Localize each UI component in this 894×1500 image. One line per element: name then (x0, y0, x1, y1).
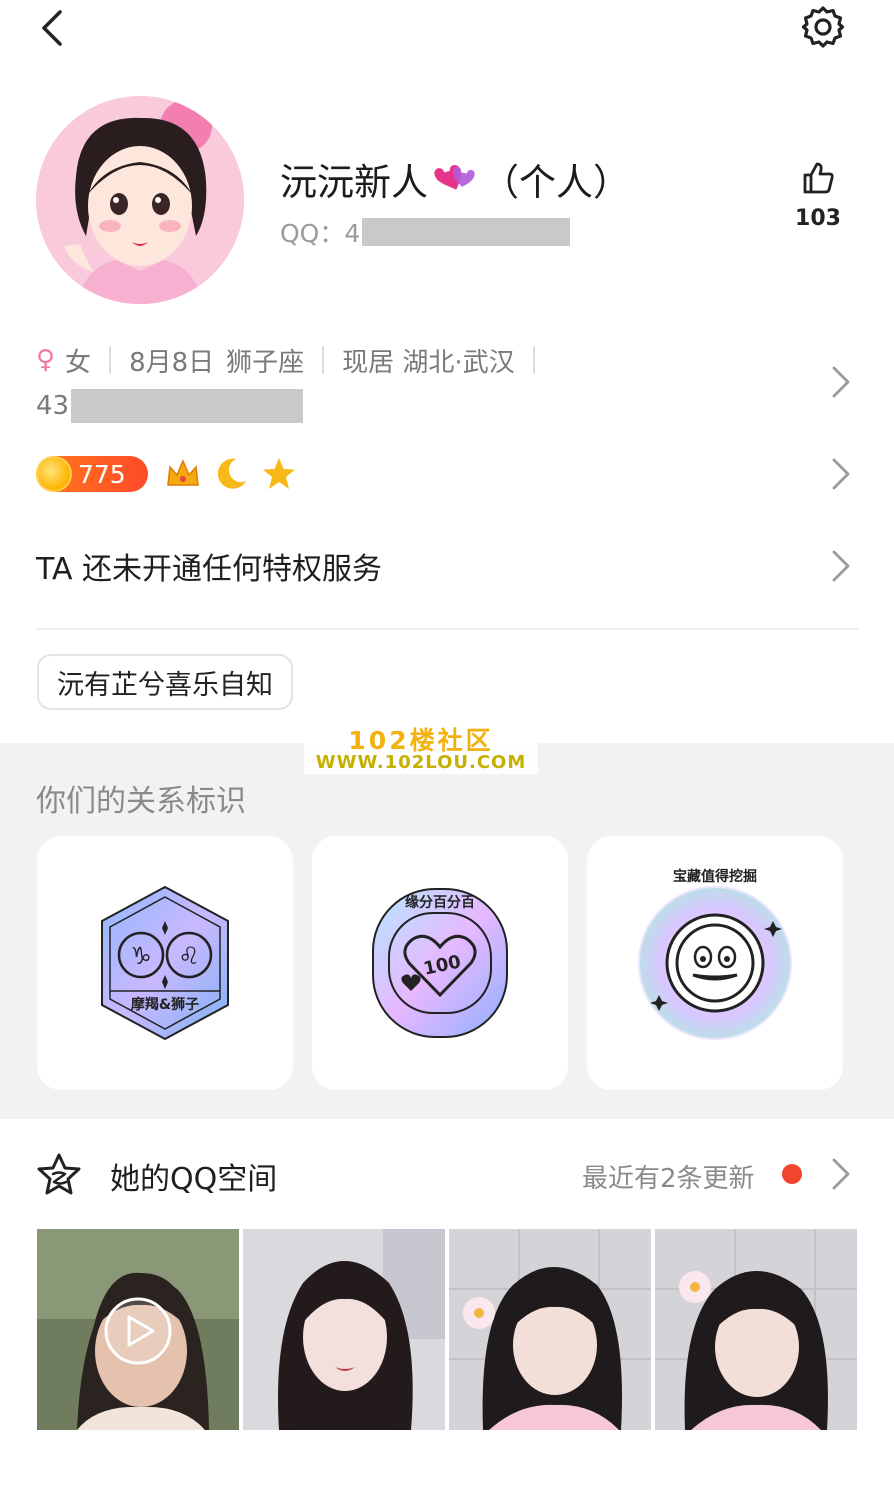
crown-icon (167, 459, 199, 486)
divider (322, 346, 325, 374)
nickname-text: 沅沅新人 (280, 161, 428, 204)
qzone-photo[interactable] (243, 1229, 445, 1430)
relationship-label: 摩羯&狮子 (130, 997, 200, 1013)
thumbs-up-icon (803, 162, 834, 194)
chevron-right-icon (832, 550, 850, 582)
qzone-photo[interactable] (655, 1229, 857, 1430)
relationship-label: 缘分百分百 (405, 895, 475, 911)
avatar[interactable] (36, 96, 244, 304)
level-badge: 775 (36, 456, 148, 492)
video-thumbnail[interactable] (37, 1229, 239, 1430)
relationship-card-fate[interactable]: 100 缘分百分百 (312, 836, 568, 1090)
id-prefix: 43 (36, 391, 70, 421)
nickname: 沅沅新人 （个人） (280, 152, 630, 206)
qzone-photo-image (449, 1229, 651, 1430)
qzone-update-text[interactable]: 最近有2条更新 (582, 1158, 755, 1195)
residence-text: 现居 湖北·武汉 (342, 347, 515, 378)
zodiac-text: 狮子座 (226, 347, 305, 378)
moon-icon (217, 458, 246, 489)
level-value: 775 (78, 459, 126, 489)
qzone-title[interactable]: 她的QQ空间 (110, 1154, 277, 1198)
settings-button[interactable] (800, 4, 846, 50)
qzone-star-icon (37, 1153, 81, 1195)
avatar-illustration (36, 96, 244, 304)
qzone-photo-image (655, 1229, 857, 1430)
chevron-left-icon (42, 10, 62, 46)
watermark: 102楼社区 WWW.102LOU.COM (304, 726, 538, 774)
qq-number[interactable]: QQ：4 (280, 214, 571, 250)
id-redaction (71, 389, 304, 423)
birthday-text: 8月8日 (129, 347, 215, 378)
qq-label: QQ：4 (280, 219, 361, 248)
section-divider (36, 628, 858, 630)
like-button[interactable]: 103 (790, 160, 846, 246)
divider (109, 346, 112, 374)
qzone-photo[interactable] (449, 1229, 651, 1430)
privilege-row[interactable]: TA 还未开通任何特权服务 (36, 540, 856, 592)
relationship-title: 你们的关系标识 (36, 784, 246, 819)
level-row[interactable]: 775 (36, 452, 856, 496)
qzone-photo-image (243, 1229, 445, 1430)
chevron-right-icon (832, 458, 850, 490)
watermark-line2: WWW.102LOU.COM (315, 752, 527, 773)
two-hearts-icon (434, 165, 475, 190)
gear-icon (801, 6, 845, 48)
notification-dot (782, 1164, 802, 1184)
qq-redaction (362, 218, 571, 246)
svg-text:♑: ♑ (130, 942, 152, 970)
star-icon (263, 458, 295, 489)
gender-text: 女 (65, 347, 92, 378)
privilege-text: TA 还未开通任何特权服务 (36, 552, 383, 587)
back-button[interactable] (32, 6, 76, 50)
signature-text: 沅有芷兮喜乐自知 (57, 669, 273, 701)
chevron-right-icon (832, 366, 850, 398)
treasure-face-badge (638, 886, 792, 1040)
video-thumbnail-image (37, 1229, 239, 1430)
chevron-right-icon[interactable] (830, 1156, 852, 1192)
like-count: 103 (795, 206, 841, 231)
zodiac-pair-badge: ♑ ♌ (101, 885, 229, 1041)
relationship-card-zodiac[interactable]: ♑ ♌ 摩羯&狮子 (37, 836, 293, 1090)
signature-tag[interactable]: 沅有芷兮喜乐自知 (37, 654, 293, 710)
basic-info-row[interactable]: ♀ 女 8月8日 狮子座 现居 湖北·武汉 43 (36, 342, 850, 423)
coin-icon (36, 456, 72, 492)
relationship-label: 宝藏值得挖掘 (673, 869, 757, 885)
svg-text:♌: ♌ (178, 942, 200, 970)
divider (532, 346, 535, 374)
watermark-line1: 102楼社区 (348, 726, 494, 755)
nickname-suffix: （个人） (482, 161, 630, 204)
relationship-card-treasure[interactable]: 宝藏值得挖掘 (587, 836, 843, 1090)
female-icon: ♀ (36, 345, 56, 375)
